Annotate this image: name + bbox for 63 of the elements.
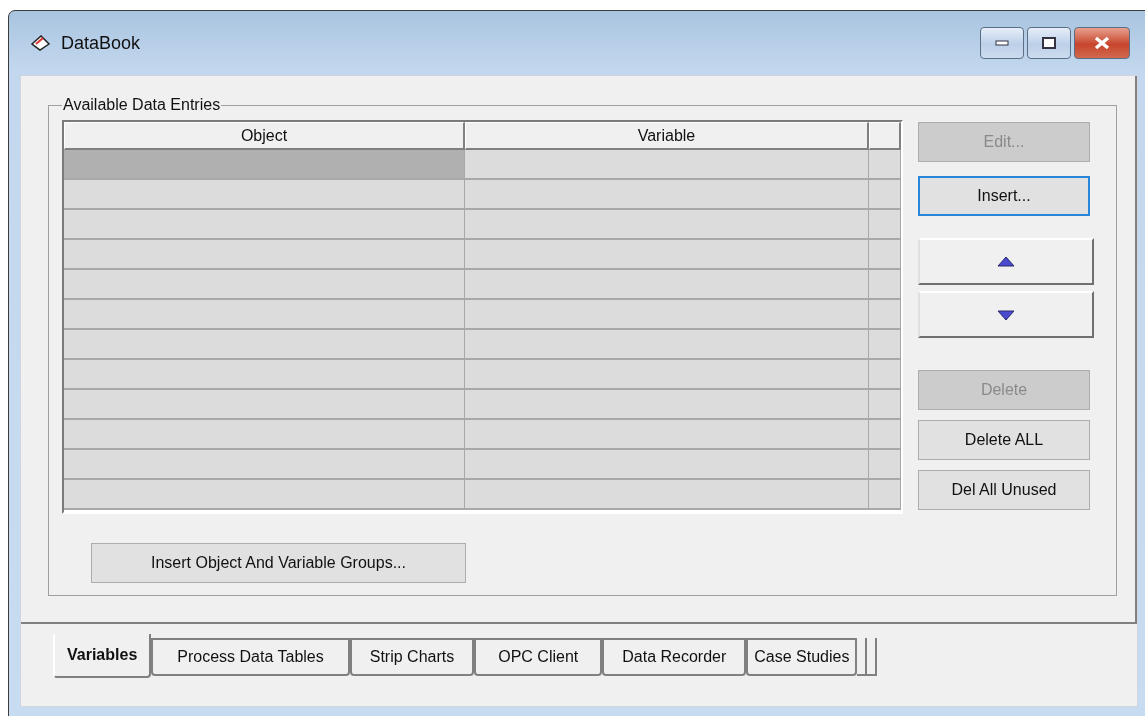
table-cell[interactable] bbox=[869, 270, 901, 300]
table-cell[interactable] bbox=[869, 300, 901, 330]
table-cell[interactable] bbox=[465, 270, 869, 300]
action-button[interactable]: Del All Unused bbox=[918, 470, 1090, 510]
tab-scroll-stub[interactable] bbox=[857, 638, 868, 676]
table-cell[interactable] bbox=[465, 150, 869, 180]
pencil-book-icon bbox=[31, 35, 51, 51]
table-cell[interactable] bbox=[869, 450, 901, 480]
tab[interactable]: OPC Client bbox=[474, 638, 603, 676]
table-cell[interactable] bbox=[465, 420, 869, 450]
table-cell[interactable] bbox=[869, 150, 901, 180]
table-cell[interactable] bbox=[64, 300, 465, 330]
close-icon bbox=[1094, 36, 1110, 50]
table-cell[interactable] bbox=[465, 180, 869, 210]
table-cell[interactable] bbox=[465, 450, 869, 480]
up-arrow-icon bbox=[997, 255, 1015, 268]
table-cell[interactable] bbox=[64, 450, 465, 480]
insert-groups-button[interactable]: Insert Object And Variable Groups... bbox=[91, 542, 466, 583]
action-button[interactable]: Insert... bbox=[918, 176, 1090, 216]
table-cell[interactable] bbox=[64, 270, 465, 300]
maximize-button[interactable] bbox=[1027, 27, 1071, 59]
table-cell[interactable] bbox=[465, 360, 869, 390]
move-up-button[interactable] bbox=[918, 238, 1094, 285]
table-cell[interactable] bbox=[869, 360, 901, 390]
table-cell[interactable] bbox=[64, 150, 465, 180]
table-cell[interactable] bbox=[64, 420, 465, 450]
tab[interactable]: Case Studies bbox=[746, 638, 858, 676]
maximize-icon bbox=[1042, 37, 1056, 49]
close-button[interactable] bbox=[1074, 27, 1130, 59]
tab-scroll-stub[interactable] bbox=[867, 638, 878, 676]
table-cell[interactable] bbox=[465, 480, 869, 510]
window-title: DataBook bbox=[61, 32, 141, 54]
table-cell[interactable] bbox=[465, 390, 869, 420]
table-cell[interactable] bbox=[869, 240, 901, 270]
table-cell[interactable] bbox=[64, 360, 465, 390]
table-cell[interactable] bbox=[869, 210, 901, 240]
minimize-button[interactable] bbox=[980, 27, 1024, 59]
table-cell[interactable] bbox=[869, 180, 901, 210]
column-header[interactable]: Variable bbox=[465, 122, 869, 150]
table-cell[interactable] bbox=[64, 240, 465, 270]
table-cell[interactable] bbox=[869, 480, 901, 510]
table-cell[interactable] bbox=[64, 330, 465, 360]
table-cell[interactable] bbox=[869, 390, 901, 420]
table-cell[interactable] bbox=[64, 480, 465, 510]
down-arrow-icon bbox=[997, 308, 1015, 321]
table-cell[interactable] bbox=[465, 240, 869, 270]
action-button[interactable]: Delete ALL bbox=[918, 420, 1090, 460]
tab[interactable]: Data Recorder bbox=[602, 638, 747, 676]
table-cell[interactable] bbox=[465, 330, 869, 360]
tab[interactable]: Variables bbox=[53, 634, 152, 678]
group-title: Available Data Entries bbox=[62, 96, 222, 114]
column-header[interactable]: Object bbox=[64, 122, 465, 150]
table-cell[interactable] bbox=[869, 330, 901, 360]
minimize-icon bbox=[995, 40, 1009, 46]
table-cell[interactable] bbox=[64, 180, 465, 210]
table-cell[interactable] bbox=[465, 300, 869, 330]
tab[interactable]: Process Data Tables bbox=[151, 638, 350, 676]
table-cell[interactable] bbox=[64, 390, 465, 420]
table-cell[interactable] bbox=[869, 420, 901, 450]
move-down-button[interactable] bbox=[918, 291, 1094, 338]
table-cell[interactable] bbox=[465, 210, 869, 240]
tab[interactable]: Strip Charts bbox=[349, 638, 475, 676]
table-cell[interactable] bbox=[64, 210, 465, 240]
